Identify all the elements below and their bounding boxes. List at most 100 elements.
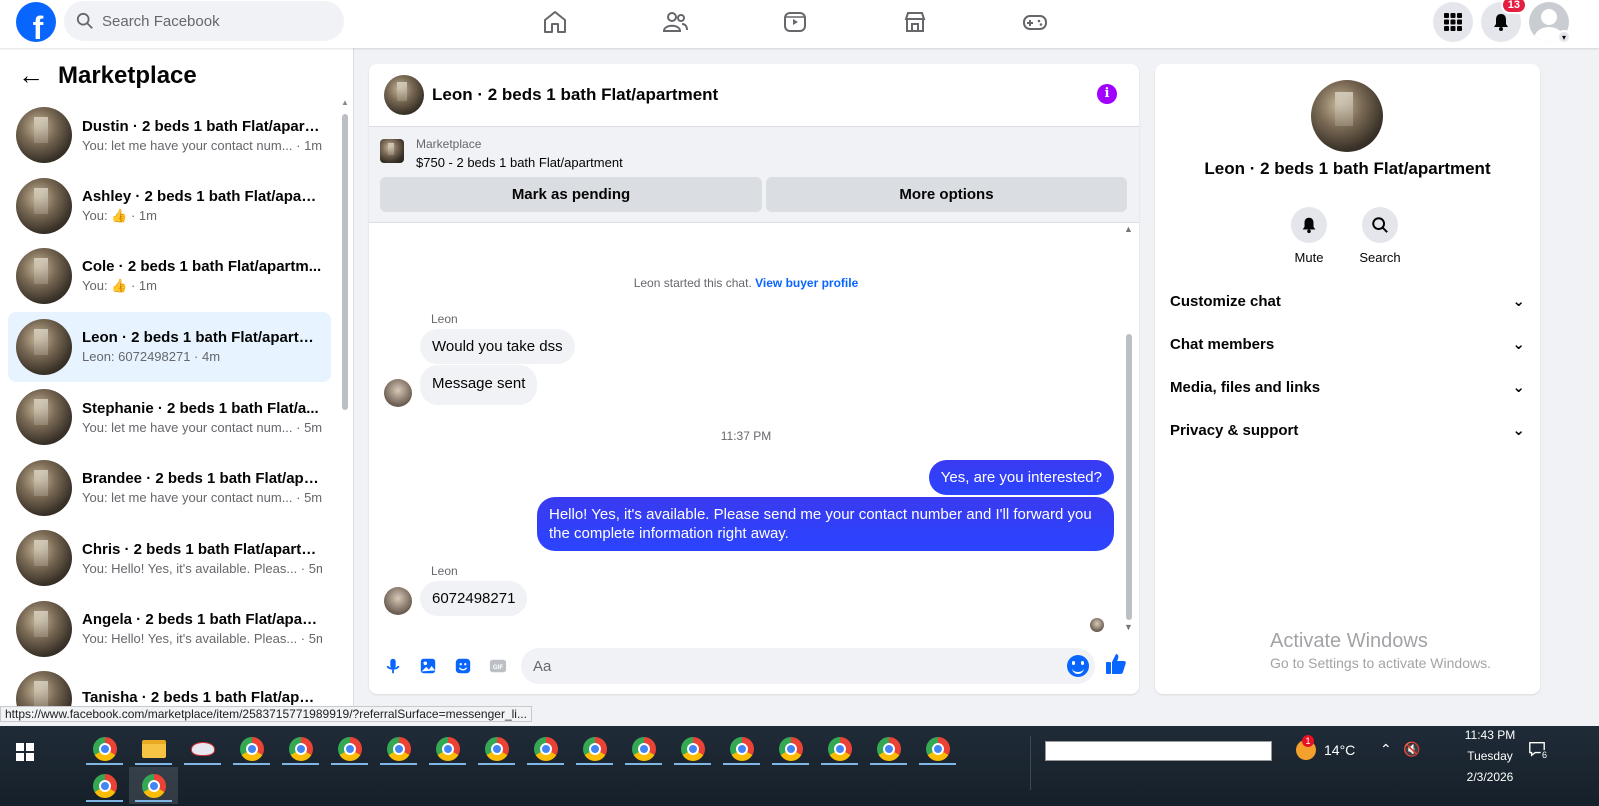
leon-avatar[interactable] (384, 587, 412, 615)
search-box[interactable] (64, 1, 344, 41)
chrome-icon (337, 736, 362, 761)
page-scrollbar[interactable] (1555, 0, 1565, 706)
clock-time: 11:43 PM (1464, 728, 1516, 742)
account-button[interactable]: ▾ (1529, 2, 1571, 44)
taskbar-chrome-profile[interactable] (80, 767, 129, 804)
message-input[interactable] (533, 657, 1033, 675)
tray-expand-icon[interactable]: ⌃ (1380, 741, 1392, 758)
chrome-icon (778, 736, 803, 761)
conversation-item-active[interactable]: Leon · 2 beds 1 bath Flat/apartm... Leon:… (8, 311, 331, 382)
outgoing-message[interactable]: Yes, are you interested? (928, 460, 1114, 495)
listing-thumbnail[interactable] (380, 139, 404, 163)
conversation-item[interactable]: Tanisha · 2 beds 1 bath Flat/apar... (8, 664, 331, 706)
view-buyer-profile-link[interactable]: View buyer profile (755, 276, 858, 290)
chat-members-section[interactable]: Chat members ⌄ (1170, 335, 1525, 354)
back-arrow-icon[interactable]: ← (18, 60, 44, 91)
message-input-box[interactable] (521, 648, 1095, 684)
search-input[interactable] (102, 12, 322, 30)
chrome-icon (533, 736, 558, 761)
mark-pending-button[interactable]: Mark as pending (380, 177, 762, 212)
conversation-item[interactable]: Ashley · 2 beds 1 bath Flat/apart... You:… (8, 171, 331, 242)
taskbar-chrome-profile-active[interactable] (129, 767, 178, 804)
conversation-item[interactable]: Brandee · 2 beds 1 bath Flat/apa... You: … (8, 453, 331, 524)
notification-center-icon[interactable]: 6 (1528, 740, 1550, 763)
listing-thumbnail (16, 459, 72, 516)
media-files-links-section[interactable]: Media, files and links ⌄ (1170, 378, 1525, 397)
nav-friends[interactable] (615, 0, 735, 44)
taskbar-chrome-profile[interactable] (570, 730, 619, 767)
taskbar-chrome-profile[interactable] (815, 730, 864, 767)
notification-count: 6 (1540, 750, 1550, 760)
scroll-down-arrow-icon[interactable]: ▼ (1124, 622, 1133, 632)
search-action[interactable]: Search (1350, 207, 1410, 265)
info-icon[interactable]: i (1097, 84, 1117, 104)
conversation-item[interactable]: Dustin · 2 beds 1 bath Flat/apart... You:… (8, 100, 331, 171)
taskbar-chrome-profile[interactable] (374, 730, 423, 767)
incoming-message[interactable]: 6072498271 (420, 581, 528, 616)
chrome-icon (729, 736, 754, 761)
nav-home[interactable] (495, 0, 615, 44)
conversation-item[interactable]: Cole · 2 beds 1 bath Flat/apartm... You: … (8, 241, 331, 312)
taskbar-chrome-profile[interactable] (864, 730, 913, 767)
chat-scrollbar[interactable]: ▲ ▼ (1123, 224, 1135, 636)
facebook-logo[interactable]: f (16, 2, 56, 42)
weather-widget[interactable]: 1 14°C (1296, 735, 1355, 760)
taskbar-chrome-profile[interactable] (472, 730, 521, 767)
chevron-down-icon: ⌄ (1512, 293, 1525, 310)
more-options-button[interactable]: More options (766, 177, 1127, 212)
windows-start-icon[interactable] (16, 743, 34, 761)
listing-thumbnail (16, 177, 72, 234)
chat-avatar[interactable] (384, 75, 424, 115)
system-clock[interactable]: 11:43 PM Tuesday 2/3/2026 (1440, 725, 1540, 788)
scrollbar-thumb[interactable] (342, 114, 348, 410)
taskbar-address-box[interactable] (1045, 741, 1272, 761)
emoji-icon[interactable] (1067, 655, 1089, 677)
nav-video[interactable] (735, 0, 855, 44)
mute-action[interactable]: Mute (1279, 207, 1339, 265)
scroll-up-arrow-icon[interactable]: ▲ (340, 98, 350, 107)
taskbar-chrome-profile[interactable] (227, 730, 276, 767)
listing-title[interactable]: $750 - 2 beds 1 bath Flat/apartment (416, 155, 623, 170)
chrome-icon (925, 736, 950, 761)
outgoing-message[interactable]: Hello! Yes, it's available. Please send … (537, 497, 1114, 551)
gif-icon[interactable]: GIF (488, 656, 508, 676)
taskbar-chrome-profile[interactable] (668, 730, 717, 767)
incoming-message[interactable]: Would you take dss (420, 329, 575, 364)
microphone-icon[interactable] (383, 656, 403, 676)
chrome-icon (827, 736, 852, 761)
taskbar-file-explorer[interactable] (129, 730, 178, 767)
nav-gaming[interactable] (975, 0, 1095, 44)
conversation-title: Dustin · 2 beds 1 bath Flat/apart... (82, 117, 322, 135)
sticker-icon[interactable] (453, 656, 473, 676)
privacy-support-section[interactable]: Privacy & support ⌄ (1170, 421, 1525, 440)
taskbar-chrome-profile[interactable] (619, 730, 668, 767)
speaker-muted-icon[interactable]: 🔇 (1403, 741, 1420, 758)
conversation-item[interactable]: Stephanie · 2 beds 1 bath Flat/a... You: … (8, 382, 331, 453)
taskbar-chrome[interactable] (80, 730, 129, 767)
photo-icon[interactable] (418, 656, 438, 676)
chat-title[interactable]: Leon · 2 beds 1 bath Flat/apartment (432, 85, 718, 105)
notifications-button[interactable]: 13 (1481, 0, 1527, 42)
taskbar-chrome-profile[interactable] (913, 730, 962, 767)
sidebar-scrollbar[interactable]: ▲ (340, 98, 350, 706)
scroll-up-arrow-icon[interactable]: ▲ (1124, 224, 1133, 234)
taskbar-chrome-profile[interactable] (717, 730, 766, 767)
nav-marketplace[interactable] (855, 0, 975, 44)
friends-icon (662, 12, 688, 32)
taskbar-chrome-profile[interactable] (766, 730, 815, 767)
scrollbar-thumb[interactable] (1126, 334, 1132, 620)
taskbar-app[interactable] (178, 730, 227, 767)
incoming-message[interactable]: Message sent (420, 365, 538, 405)
taskbar-chrome-profile[interactable] (423, 730, 472, 767)
taskbar-chrome-profile[interactable] (325, 730, 374, 767)
taskbar-divider (1030, 736, 1031, 790)
conversation-item[interactable]: Chris · 2 beds 1 bath Flat/apartm... You:… (8, 523, 331, 594)
taskbar-chrome-profile[interactable] (521, 730, 570, 767)
like-button[interactable] (1104, 652, 1128, 681)
customize-chat-section[interactable]: Customize chat ⌄ (1170, 292, 1525, 311)
contact-avatar[interactable] (1311, 80, 1383, 152)
taskbar-chrome-profile[interactable] (276, 730, 325, 767)
leon-avatar[interactable] (384, 379, 412, 407)
conversation-item[interactable]: Angela · 2 beds 1 bath Flat/apart... You:… (8, 594, 331, 665)
menu-button[interactable] (1433, 2, 1473, 42)
